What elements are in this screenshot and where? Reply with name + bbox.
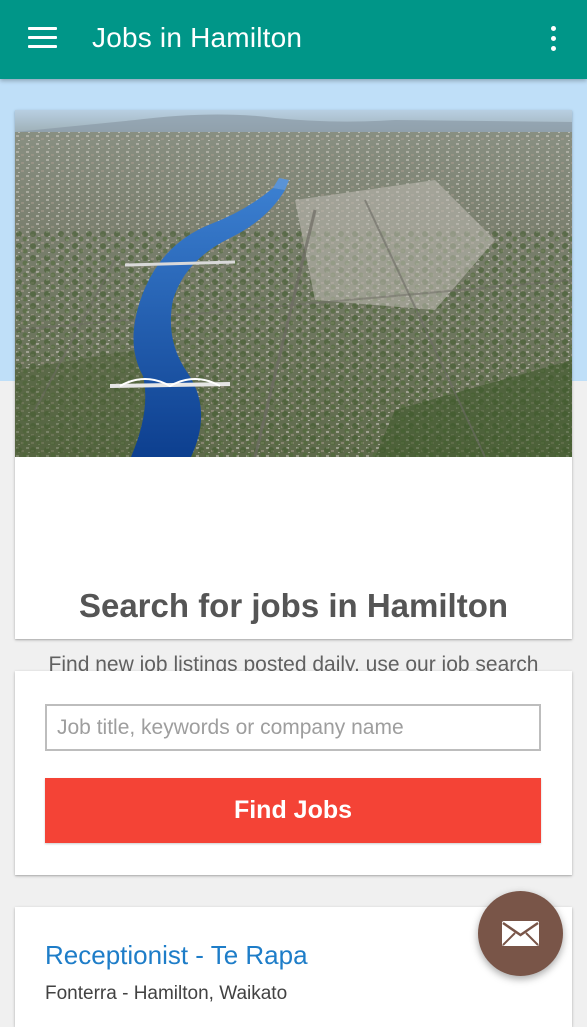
mail-fab-button[interactable]: [478, 891, 563, 976]
mail-icon: [502, 921, 539, 946]
hamburger-menu-icon[interactable]: [28, 27, 57, 49]
find-jobs-button[interactable]: Find Jobs: [45, 778, 541, 843]
hero-city-image: [15, 110, 572, 457]
more-vertical-icon[interactable]: [540, 24, 568, 54]
hero-card: Search for jobs in Hamilton Find new job…: [15, 110, 572, 713]
hero-heading: Search for jobs in Hamilton: [78, 587, 509, 624]
app-title: Jobs in Hamilton: [92, 22, 303, 53]
app-bar: Jobs in Hamilton: [0, 0, 587, 79]
job-company-location: Fonterra - Hamilton, Waikato: [45, 983, 288, 1004]
job-title-link[interactable]: Receptionist - Te Rapa: [45, 937, 308, 973]
search-card: Find Jobs: [15, 671, 572, 875]
job-search-input[interactable]: [45, 704, 541, 751]
